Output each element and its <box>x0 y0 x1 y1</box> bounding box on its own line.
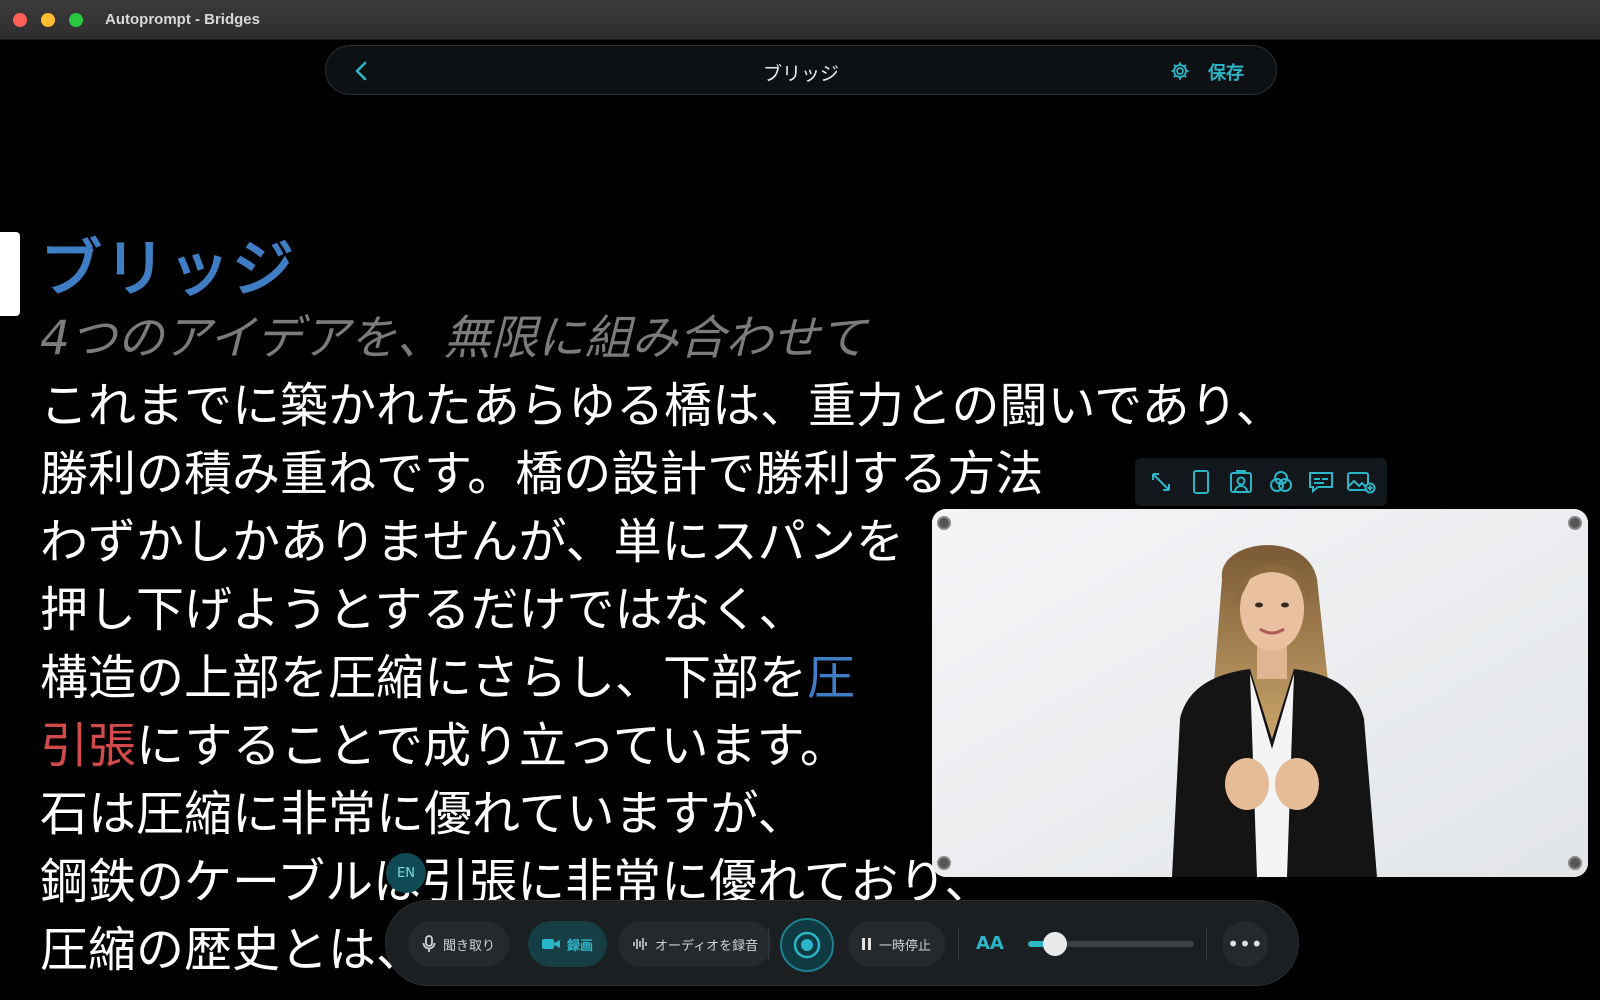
captions-icon[interactable] <box>1306 467 1336 497</box>
ellipsis-icon: ••• <box>1227 932 1263 956</box>
listen-label: 聞き取り <box>443 938 496 954</box>
record-label: 録画 <box>567 938 594 954</box>
pause-button[interactable]: 一時停止 <box>848 921 946 967</box>
script-title: ブリッジ <box>40 232 297 305</box>
filter-icon[interactable] <box>1266 467 1296 497</box>
expand-icon[interactable] <box>1146 467 1176 497</box>
pause-label: 一時停止 <box>879 938 932 954</box>
highlighted-word-red: 引張 <box>40 718 137 774</box>
top-nav-bar: ブリッジ 保存 <box>325 45 1277 95</box>
camera-preview[interactable] <box>932 509 1588 877</box>
listen-button[interactable]: 聞き取り <box>408 921 510 967</box>
highlighted-word-blue: 圧 <box>807 650 856 706</box>
font-size-icon: AA <box>976 933 1004 954</box>
video-overlay-toolbar <box>1135 458 1387 506</box>
recording-controls: 聞き取り 録画 オーディオを録音 一時停止 AA ••• <box>385 900 1299 986</box>
pause-icon <box>862 938 871 950</box>
microphone-icon <box>422 935 436 952</box>
resize-handle[interactable] <box>937 516 951 530</box>
video-camera-icon <box>542 939 560 949</box>
waveform-icon <box>633 938 647 950</box>
slider-knob[interactable] <box>1042 932 1067 956</box>
language-badge[interactable]: EN <box>386 853 426 893</box>
save-button[interactable]: 保存 <box>1208 59 1244 85</box>
line-text: 構造の上部を圧縮にさらし、下部を <box>40 650 808 706</box>
video-record-mode-button[interactable]: 録画 <box>528 921 608 967</box>
reading-position-marker <box>0 232 20 316</box>
maximize-window-button[interactable] <box>69 13 83 27</box>
script-subtitle: 4つのアイデアを、無限に組み合わせて <box>40 311 867 366</box>
divider <box>958 927 959 961</box>
resize-handle[interactable] <box>1568 516 1582 530</box>
audio-label: オーディオを録音 <box>655 938 759 954</box>
settings-button[interactable] <box>1166 57 1194 85</box>
gear-icon <box>1171 62 1189 80</box>
add-image-icon[interactable] <box>1346 467 1376 497</box>
divider <box>768 927 769 961</box>
minimize-window-button[interactable] <box>41 13 55 27</box>
record-icon <box>793 931 821 959</box>
document-title: ブリッジ <box>762 63 839 85</box>
presenter-image <box>932 509 1588 877</box>
record-button[interactable] <box>780 918 834 972</box>
portrait-icon[interactable] <box>1186 467 1216 497</box>
audio-record-mode-button[interactable]: オーディオを録音 <box>618 921 773 967</box>
resize-handle[interactable] <box>1568 856 1582 870</box>
divider <box>1206 927 1207 961</box>
resize-handle[interactable] <box>937 856 951 870</box>
close-window-button[interactable] <box>13 13 27 27</box>
window-titlebar: Autoprompt - Bridges <box>0 0 1600 40</box>
window-title: Autoprompt - Bridges <box>105 11 260 28</box>
line-text: にすることで成り立っています。 <box>136 718 848 774</box>
more-options-button[interactable]: ••• <box>1222 921 1268 967</box>
person-frame-icon[interactable] <box>1226 467 1256 497</box>
font-size-slider[interactable] <box>1028 932 1194 956</box>
script-line: これまでに築かれたあらゆる橋は、重力との闘いであり、 <box>40 378 1284 434</box>
